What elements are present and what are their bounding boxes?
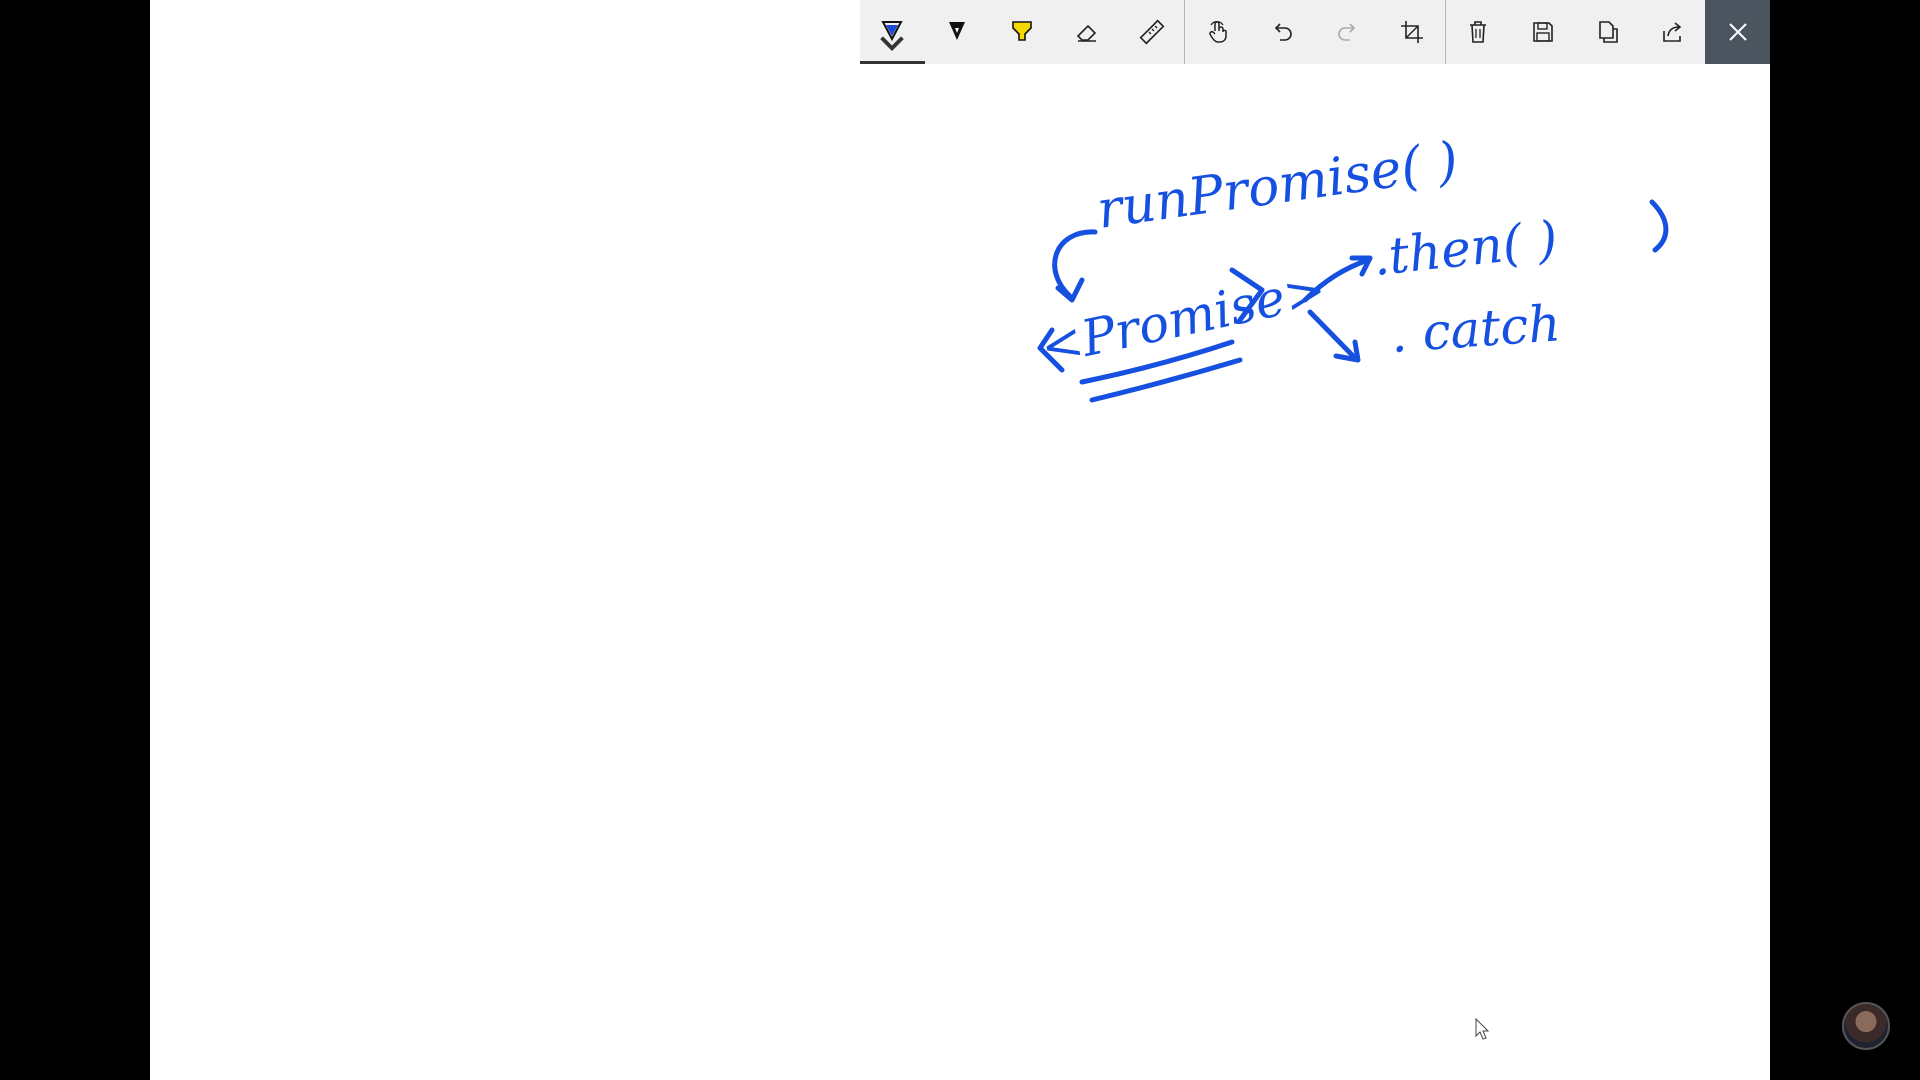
presenter-avatar xyxy=(1842,1002,1890,1050)
redo-button[interactable] xyxy=(1315,0,1380,64)
mouse-pointer-icon xyxy=(1475,1018,1490,1040)
highlighter-icon xyxy=(1012,21,1032,41)
copy-icon xyxy=(1599,21,1618,43)
redo-icon xyxy=(1338,23,1356,41)
touch-writing-button[interactable] xyxy=(1185,0,1250,64)
highlighter-button[interactable] xyxy=(990,0,1055,64)
save-button[interactable] xyxy=(1511,0,1576,64)
ruler-button[interactable] xyxy=(1119,0,1184,64)
ink-line-then: .then( ) xyxy=(1370,210,1560,287)
handwritten-ink: runPromise( ) <Promise> .then( ) . catch xyxy=(1035,131,1669,403)
chevron-down-icon[interactable] xyxy=(879,30,905,56)
eraser-icon xyxy=(1076,24,1097,42)
undo-button[interactable] xyxy=(1250,0,1315,64)
undo-icon xyxy=(1274,23,1292,41)
ink-line-catch: . catch xyxy=(1389,294,1563,364)
close-icon xyxy=(1728,23,1747,41)
copy-button[interactable] xyxy=(1575,0,1640,64)
sketch-toolbar xyxy=(860,0,1771,64)
ruler-icon xyxy=(1139,19,1165,45)
crop-icon xyxy=(1401,21,1424,43)
crop-button[interactable] xyxy=(1380,0,1445,64)
ink-line-run-promise: runPromise( ) xyxy=(1093,131,1461,241)
eraser-button[interactable] xyxy=(1055,0,1120,64)
pencil-icon xyxy=(949,22,966,40)
save-icon xyxy=(1533,22,1553,42)
ballpoint-pen-button[interactable] xyxy=(860,0,925,64)
delete-icon xyxy=(1470,21,1487,43)
pencil-button[interactable] xyxy=(925,0,990,64)
share-button[interactable] xyxy=(1640,0,1705,64)
share-icon xyxy=(1662,22,1682,42)
delete-button[interactable] xyxy=(1446,0,1511,64)
touch-writing-icon xyxy=(1208,21,1227,43)
close-button[interactable] xyxy=(1705,0,1771,64)
handwriting-text: runPromise( ) <Promise> .then( ) . catch xyxy=(1035,131,1562,377)
